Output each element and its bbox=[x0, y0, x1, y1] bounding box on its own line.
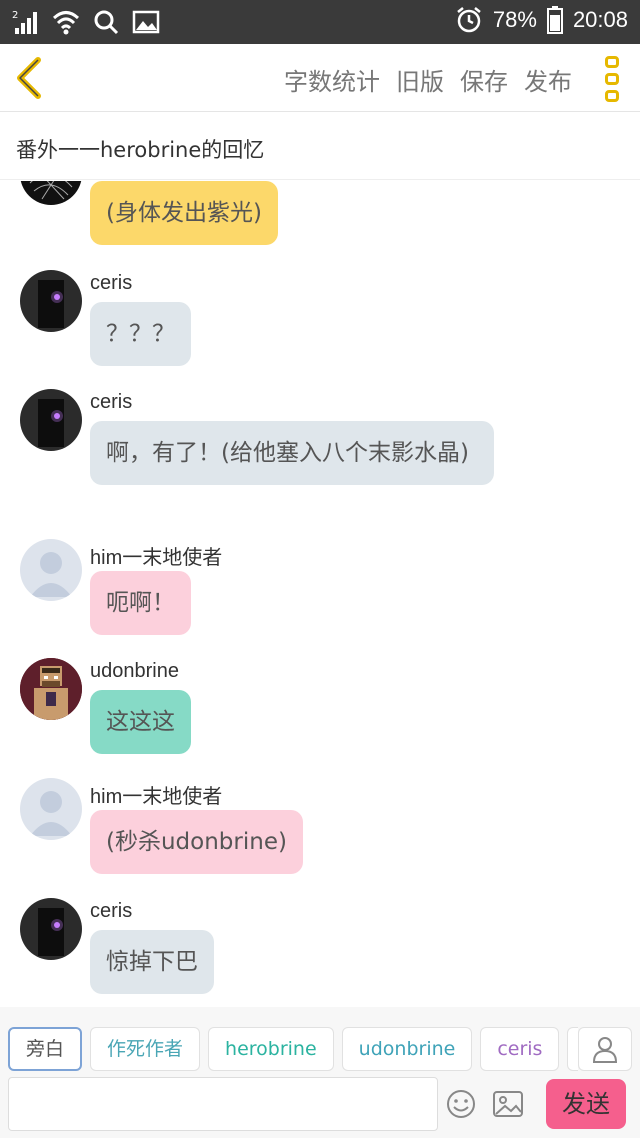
message-bubble: 啊，有了！(给他塞入八个末影水晶) bbox=[90, 421, 494, 485]
sender-name: ceris bbox=[90, 391, 133, 413]
sender-name: him一末地使者 bbox=[90, 786, 223, 808]
story-title[interactable]: 番外一一herobrine的回忆 bbox=[16, 134, 264, 164]
avatar-default[interactable] bbox=[20, 778, 82, 840]
message-input[interactable] bbox=[8, 1077, 438, 1131]
role-chip-notch[interactable]: notch bbox=[567, 1027, 578, 1071]
old-version-button[interactable]: 旧版 bbox=[396, 62, 444, 97]
message-bubble: (身体发出紫光) bbox=[90, 181, 278, 245]
more-vertical-icon[interactable] bbox=[602, 56, 622, 102]
sender-name: him一末地使者 bbox=[90, 547, 223, 569]
status-right: 78% 20:08 bbox=[455, 6, 628, 34]
avatar-enderman[interactable] bbox=[20, 270, 82, 332]
emoji-icon[interactable] bbox=[446, 1089, 476, 1119]
message-bubble: (秒杀udonbrine) bbox=[90, 810, 303, 874]
clock-time: 20:08 bbox=[572, 7, 628, 32]
chevron-left-icon[interactable] bbox=[10, 54, 54, 102]
publish-button[interactable]: 发布 bbox=[524, 62, 572, 97]
role-chip-udonbrine[interactable]: udonbrine bbox=[341, 1027, 473, 1071]
toolbar-actions: 字数统计 旧版 保存 发布 bbox=[284, 62, 572, 97]
search-icon bbox=[94, 10, 119, 35]
signal-sim-label: 2 bbox=[12, 10, 18, 21]
editor-toolbar: 字数统计 旧版 保存 发布 bbox=[0, 44, 640, 112]
role-chip-ceris[interactable]: ceris bbox=[480, 1027, 560, 1071]
avatar-pixel-character[interactable] bbox=[20, 658, 82, 720]
alarm-icon bbox=[457, 7, 481, 33]
role-chip-herobrine[interactable]: herobrine bbox=[208, 1027, 334, 1071]
role-chip-narrator[interactable]: 旁白 bbox=[8, 1027, 83, 1071]
battery-icon bbox=[546, 6, 563, 34]
sender-name: ceris bbox=[90, 272, 133, 294]
message-bubble: 这这这 bbox=[90, 690, 191, 754]
avatar-dark-web[interactable] bbox=[20, 181, 82, 205]
sender-name: ceris bbox=[90, 900, 133, 922]
sender-name: udonbrine bbox=[90, 660, 179, 682]
wifi-icon bbox=[52, 11, 80, 35]
composer: 旁白 作死作者 herobrine udonbrine ceris notch … bbox=[0, 1007, 640, 1138]
role-selector[interactable]: 旁白 作死作者 herobrine udonbrine ceris notch bbox=[8, 1027, 578, 1071]
image-icon bbox=[132, 10, 160, 34]
chat-list[interactable]: (身体发出紫光) ceris ？？？ ceris 啊，有了！(给他塞入八个末影水… bbox=[0, 181, 640, 1007]
manage-roles-button[interactable] bbox=[578, 1027, 632, 1071]
send-button[interactable]: 发送 bbox=[546, 1079, 626, 1129]
status-bar: 2 78% 20:08 bbox=[0, 0, 640, 44]
battery-percent: 78% bbox=[492, 7, 537, 32]
avatar-enderman[interactable] bbox=[20, 898, 82, 960]
signal-icon: 2 bbox=[12, 10, 37, 34]
message-bubble: 惊掉下巴 bbox=[90, 930, 214, 994]
message-bubble: 呃啊！ bbox=[90, 571, 191, 635]
story-title-bar: 番外一一herobrine的回忆 bbox=[0, 112, 640, 180]
status-left-icons: 2 bbox=[12, 8, 160, 36]
image-icon[interactable] bbox=[492, 1089, 524, 1119]
message-bubble: ？？？ bbox=[90, 302, 191, 366]
word-count-button[interactable]: 字数统计 bbox=[284, 62, 380, 97]
avatar-enderman[interactable] bbox=[20, 389, 82, 451]
avatar-default[interactable] bbox=[20, 539, 82, 601]
role-chip-author[interactable]: 作死作者 bbox=[90, 1027, 201, 1071]
person-icon bbox=[592, 1037, 618, 1063]
save-button[interactable]: 保存 bbox=[460, 62, 508, 97]
